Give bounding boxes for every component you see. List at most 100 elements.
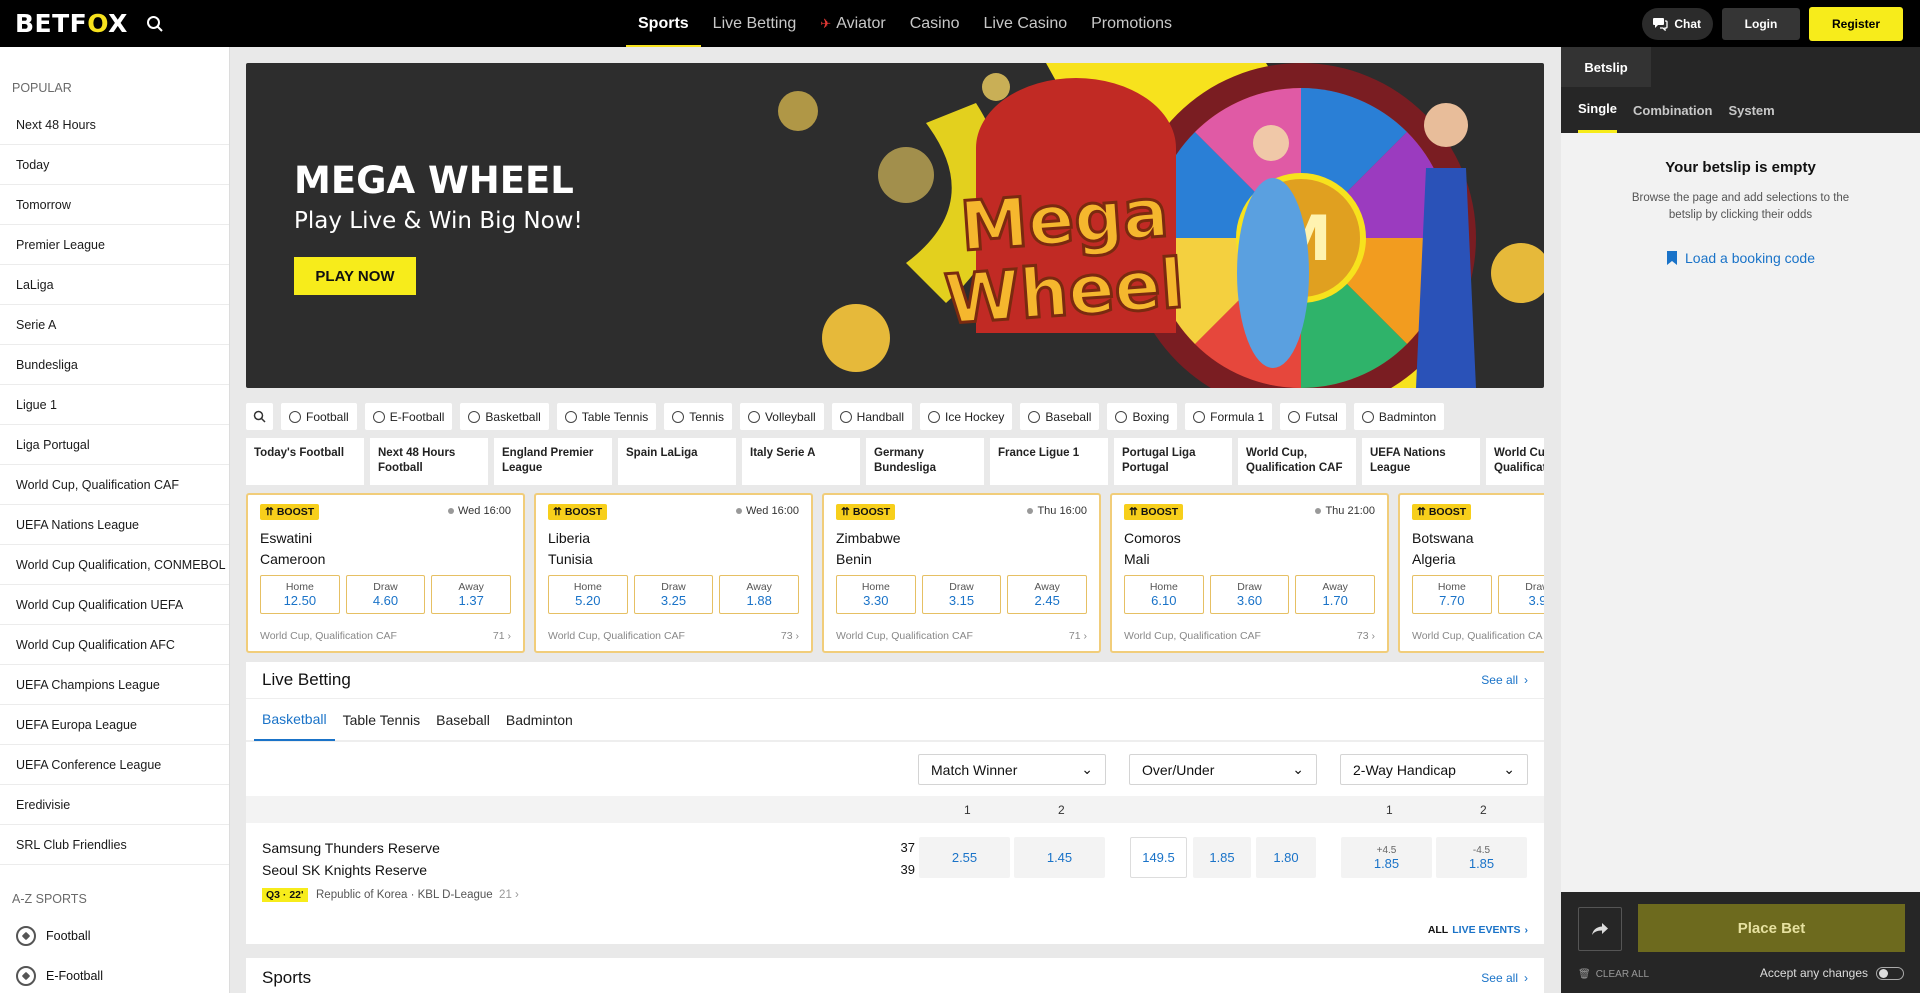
league-card[interactable]: Italy Serie A [742, 438, 860, 485]
nav-live-casino[interactable]: Live Casino [972, 0, 1080, 47]
markets-count[interactable]: 73 › [781, 630, 799, 642]
odds-button[interactable]: Away 1.37 [431, 575, 512, 614]
tab-combination[interactable]: Combination [1633, 87, 1712, 133]
odds-button[interactable]: 1.45 [1014, 837, 1105, 878]
boost-match-card[interactable]: ⇈BOOSTBotswanaAlgeriaHome7.70Draw3.9Away… [1398, 493, 1544, 653]
odds-button[interactable]: Draw 4.60 [345, 575, 426, 614]
league-card[interactable]: Today's Football [246, 438, 364, 485]
chat-button[interactable]: Chat [1642, 7, 1713, 40]
markets-count[interactable]: 71 › [493, 630, 511, 642]
tab-badminton[interactable]: Badminton [498, 698, 581, 741]
odds-button[interactable]: Home 6.10 [1124, 575, 1204, 614]
boost-match-card[interactable]: ⇈ BOOST Wed 16:00 Liberia Tunisia Home 5.20 Dra… [534, 493, 813, 653]
chip-basketball[interactable]: Basketball [460, 403, 549, 430]
league-card[interactable]: Germany Bundesliga [866, 438, 984, 485]
sport-search-button[interactable] [246, 403, 273, 430]
live-see-all-link[interactable]: See all › [1481, 673, 1528, 687]
tab-system[interactable]: System [1728, 87, 1774, 133]
odds-button[interactable]: Home 7.70 [1412, 575, 1492, 614]
chip-efootball[interactable]: E-Football [364, 403, 453, 430]
odds-button[interactable]: Draw 3.15 [921, 575, 1002, 614]
sidebar-item[interactable]: Liga Portugal [0, 425, 229, 465]
tab-basketball[interactable]: Basketball [254, 698, 335, 741]
sidebar-item[interactable]: UEFA Champions League [0, 665, 229, 705]
sidebar-item[interactable]: Bundesliga [0, 345, 229, 385]
market-select-over-under[interactable]: Over/Under ⌄ [1129, 754, 1317, 785]
odds-button[interactable]: 1.80 [1256, 837, 1316, 878]
sidebar-item[interactable]: World Cup, Qualification CAF [0, 465, 229, 505]
sidebar-item[interactable]: SRL Club Friendlies [0, 825, 229, 865]
odds-button[interactable]: Home 5.20 [548, 575, 628, 614]
league-card[interactable]: Next 48 Hours Football [370, 438, 488, 485]
sidebar-item[interactable]: World Cup Qualification, CONMEBOL [0, 545, 229, 585]
sidebar-item[interactable]: World Cup Qualification UEFA [0, 585, 229, 625]
sidebar-item[interactable]: UEFA Europa League [0, 705, 229, 745]
boost-match-card[interactable]: ⇈ BOOST Thu 21:00 Comoros Mali Home 6.10 Draw 3.… [1110, 493, 1389, 653]
chip-ice-hockey[interactable]: Ice Hockey [920, 403, 1013, 430]
league-card[interactable]: Spain LaLiga [618, 438, 736, 485]
search-icon[interactable] [144, 13, 166, 35]
odds-button[interactable]: Draw 3.25 [633, 575, 714, 614]
chip-volleyball[interactable]: Volleyball [739, 403, 824, 430]
handicap-odds-button[interactable]: -4.5 1.85 [1436, 837, 1527, 878]
chip-handball[interactable]: Handball [831, 403, 913, 430]
register-button[interactable]: Register [1809, 6, 1903, 41]
chip-football[interactable]: Football [281, 403, 357, 430]
markets-count[interactable]: 71 › [1069, 630, 1087, 642]
sidebar-item[interactable]: Serie A [0, 305, 229, 345]
share-button[interactable] [1578, 907, 1622, 951]
league-card[interactable]: England Premier League [494, 438, 612, 485]
chip-tennis[interactable]: Tennis [664, 403, 732, 430]
sidebar-item[interactable]: Eredivisie [0, 785, 229, 825]
sidebar-sport-efootball[interactable]: E-Football [0, 956, 229, 993]
chip-badminton[interactable]: Badminton [1353, 403, 1445, 430]
tab-baseball[interactable]: Baseball [428, 698, 498, 741]
nav-aviator[interactable]: ✈ Aviator [808, 0, 897, 47]
league-card[interactable]: France Ligue 1 [990, 438, 1108, 485]
nav-live-betting[interactable]: Live Betting [701, 0, 809, 47]
league-card[interactable]: World Cup, Qualification [1486, 438, 1544, 485]
league-card[interactable]: UEFA Nations League [1362, 438, 1480, 485]
league-card[interactable]: Portugal Liga Portugal [1114, 438, 1232, 485]
handicap-odds-button[interactable]: +4.5 1.85 [1341, 837, 1432, 878]
sidebar-sport-football[interactable]: Football [0, 916, 229, 956]
sidebar-item[interactable]: UEFA Nations League [0, 505, 229, 545]
odds-button[interactable]: 2.55 [919, 837, 1010, 878]
play-now-button[interactable]: PLAY NOW [294, 257, 416, 295]
chip-formula-1[interactable]: Formula 1 [1185, 403, 1273, 430]
odds-button[interactable]: Draw 3.60 [1209, 575, 1290, 614]
login-button[interactable]: Login [1722, 7, 1800, 40]
chip-boxing[interactable]: Boxing [1107, 403, 1178, 430]
nav-casino[interactable]: Casino [898, 0, 972, 47]
live-event-row[interactable]: Samsung Thunders Reserve Seoul SK Knights… [246, 825, 1544, 908]
chip-table-tennis[interactable]: Table Tennis [556, 403, 657, 430]
sidebar-item[interactable]: Premier League [0, 225, 229, 265]
odds-button[interactable]: 1.85 [1193, 837, 1251, 878]
nav-sports[interactable]: Sports [626, 0, 701, 47]
total-line-button[interactable]: 149.5 [1130, 837, 1187, 878]
sports-see-all-link[interactable]: See all › [1481, 971, 1528, 985]
tab-table-tennis[interactable]: Table Tennis [335, 698, 429, 741]
sidebar-item[interactable]: Tomorrow [0, 185, 229, 225]
chip-futsal[interactable]: Futsal [1280, 403, 1346, 430]
accept-changes-toggle[interactable] [1876, 966, 1904, 980]
place-bet-button[interactable]: Place Bet [1638, 904, 1905, 952]
load-booking-code-link[interactable]: Load a booking code [1561, 250, 1920, 266]
chip-baseball[interactable]: Baseball [1020, 403, 1100, 430]
market-select-handicap[interactable]: 2-Way Handicap ⌄ [1340, 754, 1528, 785]
tab-single[interactable]: Single [1578, 87, 1618, 133]
sidebar-item[interactable]: Next 48 Hours [0, 105, 229, 145]
odds-button[interactable]: Home 12.50 [260, 575, 340, 614]
boost-match-card[interactable]: ⇈ BOOST Thu 16:00 Zimbabwe Benin Home 3.30 Draw… [822, 493, 1101, 653]
sidebar-item[interactable]: World Cup Qualification AFC [0, 625, 229, 665]
sidebar-item[interactable]: Ligue 1 [0, 385, 229, 425]
clear-all-button[interactable]: 🗑 CLEAR ALL [1578, 969, 1649, 980]
odds-button[interactable]: Draw3.9 [1497, 575, 1544, 614]
nav-promotions[interactable]: Promotions [1079, 0, 1184, 47]
betfox-logo[interactable]: BETFOX [15, 9, 128, 38]
odds-button[interactable]: Away 2.45 [1007, 575, 1088, 614]
betslip-tab[interactable]: Betslip [1561, 47, 1651, 87]
sidebar-item[interactable]: LaLiga [0, 265, 229, 305]
market-select-match-winner[interactable]: Match Winner ⌄ [918, 754, 1106, 785]
all-live-events-link[interactable]: ALL LIVE EVENTS › [1428, 924, 1528, 936]
